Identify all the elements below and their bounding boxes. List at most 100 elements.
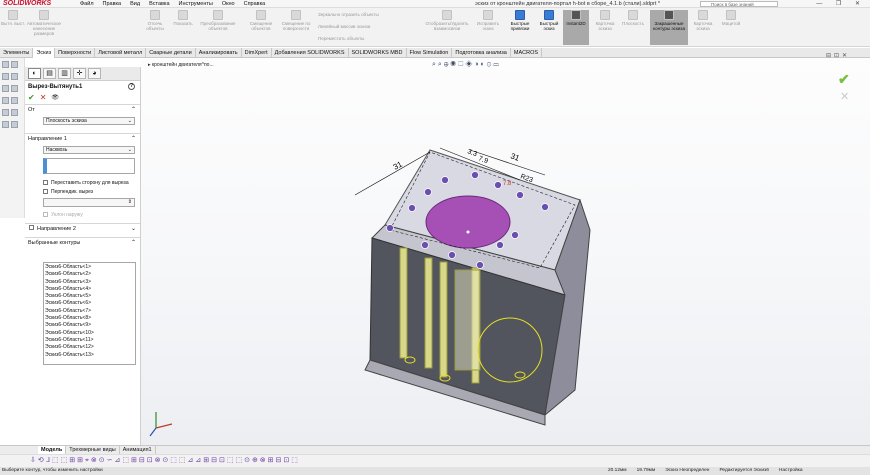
ribbon-macetoy-button[interactable]: Мацетой: [718, 10, 744, 26]
contour-list-item[interactable]: Эскиз6-Область<13>: [45, 352, 135, 359]
contour-list-item[interactable]: Эскиз6-Область<12>: [45, 344, 135, 351]
contour-list-item[interactable]: Эскиз6-Область<1>: [45, 264, 135, 271]
tab-3d-views[interactable]: Трехмерные виды: [66, 446, 120, 454]
sketch-circle-region[interactable]: [425, 195, 511, 249]
tab-weldments[interactable]: Сварные детали: [146, 48, 196, 58]
contour-list-item[interactable]: Эскиз6-Область<7>: [45, 308, 135, 315]
sketch-point[interactable]: [408, 204, 416, 212]
ribbon-move-button[interactable]: Переместить объекты: [318, 36, 408, 41]
menu-window[interactable]: Окно: [222, 0, 235, 8]
ribbon-trim-button[interactable]: Отсечь объекты: [142, 10, 168, 31]
contour-list-item[interactable]: Эскиз6-Область<4>: [45, 286, 135, 293]
ribbon-show-button[interactable]: Показать: [170, 10, 196, 26]
section-contours-header[interactable]: Выбранные контуры ⌃: [25, 238, 140, 248]
draft-angle-field[interactable]: ⇕: [43, 198, 135, 207]
sketch-point[interactable]: [541, 203, 549, 211]
search-input[interactable]: Поиск в базе знаний: [700, 1, 778, 7]
ribbon-repair-button[interactable]: Исправить эскиз: [475, 10, 501, 31]
flip-side-checkbox[interactable]: Переставить сторону для выреза: [25, 178, 140, 187]
ribbon-autodimension-button[interactable]: Автоматическое нанесение размеров: [24, 10, 64, 36]
ribbon-relations-button[interactable]: Отобразить/Удалить взаимосвязи: [420, 10, 474, 31]
tab-model[interactable]: Модель: [38, 446, 67, 454]
contours-list[interactable]: Эскиз6-Область<1> Эскиз6-Область<2> Эскиз6…: [43, 262, 136, 365]
from-select[interactable]: Плоскость эскиза ⌄: [43, 117, 135, 125]
tab-mbd[interactable]: SOLIDWORKS MBD: [349, 48, 407, 58]
ribbon-rapid-sketch-button[interactable]: Быстрый эскиз: [536, 10, 562, 31]
sketch-point[interactable]: [441, 176, 449, 184]
menu-tools[interactable]: Инструменты: [179, 0, 213, 8]
tool-icon[interactable]: [2, 73, 9, 80]
ribbon-linear-pattern-button[interactable]: Линейный массив эскиза: [318, 24, 408, 29]
section-direction1-header[interactable]: Направление 1 ⌃: [25, 134, 140, 144]
normal-cut-checkbox[interactable]: Перпендик. вырез: [25, 187, 140, 196]
tab-flow-simulation[interactable]: Flow Simulation: [407, 48, 453, 58]
tab-sketch[interactable]: Эскиз: [33, 48, 56, 58]
sketch-point[interactable]: [496, 241, 504, 249]
tool-icon[interactable]: [2, 61, 9, 68]
3d-model-view[interactable]: 31 31 3.3 7.9 R23 7.8: [141, 58, 870, 445]
tab-addins[interactable]: Добавления SOLIDWORKS: [272, 48, 349, 58]
dimension-3-3[interactable]: 3.3: [466, 148, 478, 158]
sketch-point[interactable]: [476, 261, 484, 269]
ribbon-instant2d-button[interactable]: Instant2D: [563, 10, 589, 45]
tool-icon[interactable]: [2, 97, 9, 104]
sketch-point[interactable]: [421, 241, 429, 249]
ribbon-convert-button[interactable]: Преобразование объектов: [198, 10, 238, 31]
menu-edit[interactable]: Правка: [103, 0, 122, 8]
section-from-header[interactable]: От ⌃: [25, 105, 140, 115]
ok-button[interactable]: ✔: [28, 93, 35, 102]
sketch-toolbar[interactable]: ⇩⟲ᒧ⬚⬚⊞⊞⌖⊗⊙∽⊿⬚⊞⊟⊡⊗⊙⬚⬚⊿⊿⊞⊟⊡⬚⬚⊙⊕⊗⊞⊟⊡⬚: [0, 454, 870, 467]
tab-macros[interactable]: MACROS: [511, 48, 543, 58]
cancel-button[interactable]: ✕: [40, 93, 47, 102]
tool-icon[interactable]: [11, 73, 18, 80]
contour-list-item[interactable]: Эскиз6-Область<9>: [45, 322, 135, 329]
menu-file[interactable]: Файл: [80, 0, 94, 8]
tool-icon[interactable]: [2, 121, 9, 128]
tab-dimxpert[interactable]: DimXpert: [242, 48, 272, 58]
tab-analysis-prep[interactable]: Подготовка анализа: [452, 48, 511, 58]
contour-list-item[interactable]: Эскиз6-Область<3>: [45, 279, 135, 286]
status-settings[interactable]: Настройка: [779, 467, 803, 475]
tab-evaluate[interactable]: Анализировать: [196, 48, 242, 58]
tab-features[interactable]: Элементы: [0, 48, 34, 58]
config-manager-tab-icon[interactable]: ▥: [58, 68, 71, 79]
dimension-31-right[interactable]: 31: [509, 151, 521, 163]
preview-button[interactable]: 👁: [51, 94, 59, 101]
ribbon-quick-snaps-button[interactable]: Быстрые привязки: [507, 10, 533, 31]
direction-selection-box[interactable]: [43, 158, 135, 174]
property-manager-tab-icon[interactable]: ▤: [43, 68, 56, 79]
tool-icon[interactable]: [11, 121, 18, 128]
menu-view[interactable]: Вид: [130, 0, 140, 8]
contour-list-item[interactable]: Эскиз6-Область<5>: [45, 293, 135, 300]
ribbon-plane-button[interactable]: Плоскость: [620, 10, 646, 26]
dimension-7-8[interactable]: 7.8: [503, 181, 512, 187]
sketch-point[interactable]: [494, 181, 502, 189]
ribbon-mirror-button[interactable]: Зеркально отразить объекты: [318, 12, 408, 17]
feature-manager-tab-icon[interactable]: ◐: [28, 68, 41, 79]
end-condition-select[interactable]: Насквозь ⌄: [43, 146, 135, 154]
tab-sheet-metal[interactable]: Листовой металл: [95, 48, 147, 58]
ribbon-sketch-card-button[interactable]: Карточка эскиза: [592, 10, 618, 31]
sketch-point[interactable]: [511, 231, 519, 239]
tool-icon[interactable]: [11, 97, 18, 104]
ribbon-offset-button[interactable]: Смещение объектов: [248, 10, 274, 31]
ribbon-extrude-button[interactable]: Вытя. выст.: [0, 10, 26, 26]
sketch-origin-point[interactable]: [466, 230, 470, 234]
menu-insert[interactable]: Вставка: [149, 0, 169, 8]
tool-icon[interactable]: [2, 85, 9, 92]
sketch-point[interactable]: [424, 188, 432, 196]
dimxpert-tab-icon[interactable]: ✛: [73, 68, 86, 79]
ribbon-sketch-card2-button[interactable]: Карточка эскиза: [690, 10, 716, 31]
contour-list-item[interactable]: Эскиз6-Область<10>: [45, 330, 135, 337]
section-direction2-header[interactable]: Направление 2 ⌄: [25, 224, 140, 234]
tool-icon[interactable]: [2, 109, 9, 116]
display-manager-tab-icon[interactable]: ◕: [88, 68, 101, 79]
contour-list-item[interactable]: Эскиз6-Область<2>: [45, 271, 135, 278]
help-icon[interactable]: ?: [128, 83, 135, 90]
window-controls[interactable]: — ❐ ✕: [816, 0, 866, 8]
contour-list-item[interactable]: Эскиз6-Область<8>: [45, 315, 135, 322]
sketch-point[interactable]: [516, 191, 524, 199]
sketch-point[interactable]: [471, 171, 479, 179]
contour-list-item[interactable]: Эскиз6-Область<11>: [45, 337, 135, 344]
draft-outward-checkbox[interactable]: Уклон наружу: [25, 210, 140, 219]
